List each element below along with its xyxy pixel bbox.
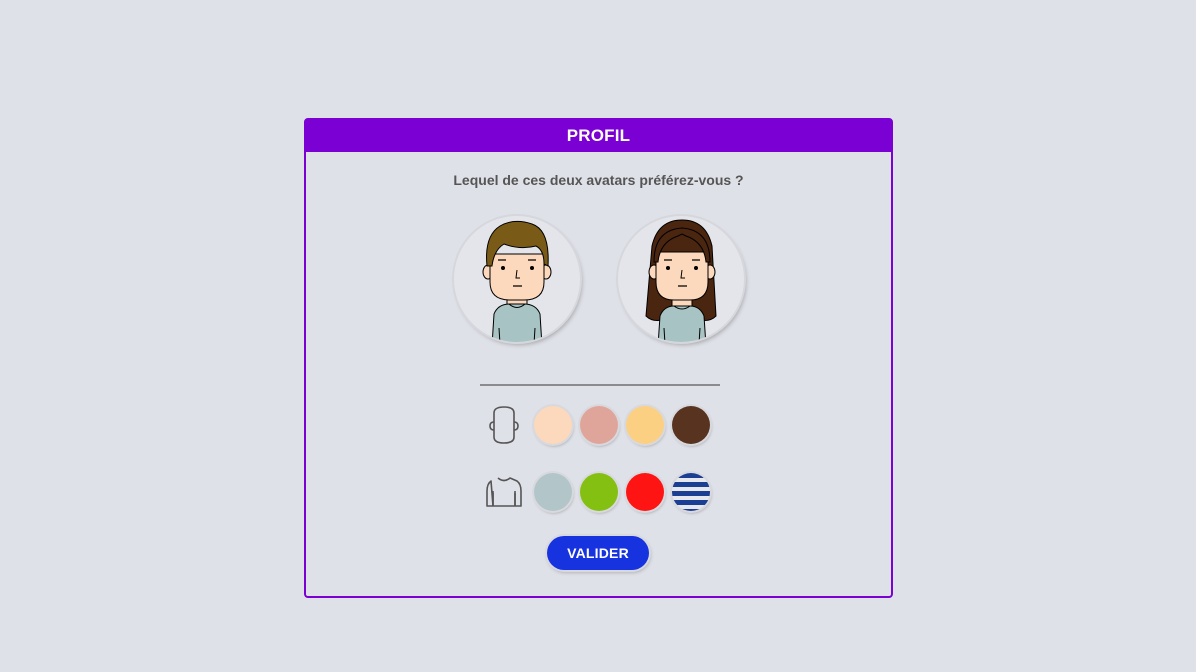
girl-avatar-illustration bbox=[645, 219, 717, 342]
boy-avatar-illustration bbox=[482, 220, 552, 342]
skin-color-swatch-light[interactable] bbox=[534, 406, 572, 444]
skin-color-swatch-yellow[interactable] bbox=[626, 406, 664, 444]
avatar-boy-option[interactable] bbox=[454, 216, 580, 342]
avatar-question: Lequel de ces deux avatars préférez-vous… bbox=[453, 172, 744, 188]
head-outline-icon bbox=[484, 405, 524, 445]
validate-button[interactable]: VALIDER bbox=[547, 536, 649, 570]
profile-card: PROFIL Lequel de ces deux avatars préfér… bbox=[304, 118, 893, 598]
shirt-color-swatch-grey-blue[interactable] bbox=[534, 473, 572, 511]
skin-color-swatch-pink[interactable] bbox=[580, 406, 618, 444]
shirt-color-swatch-green[interactable] bbox=[580, 473, 618, 511]
skin-color-swatch-dark[interactable] bbox=[672, 406, 710, 444]
shirt-color-row bbox=[484, 472, 718, 512]
shirt-color-swatch-striped[interactable] bbox=[672, 473, 710, 511]
card-header: PROFIL bbox=[306, 120, 891, 152]
avatar-girl-option[interactable] bbox=[618, 216, 744, 342]
skin-color-row bbox=[484, 405, 718, 445]
section-divider bbox=[480, 384, 720, 386]
shirt-color-swatch-red[interactable] bbox=[626, 473, 664, 511]
sweater-outline-icon bbox=[484, 472, 524, 512]
